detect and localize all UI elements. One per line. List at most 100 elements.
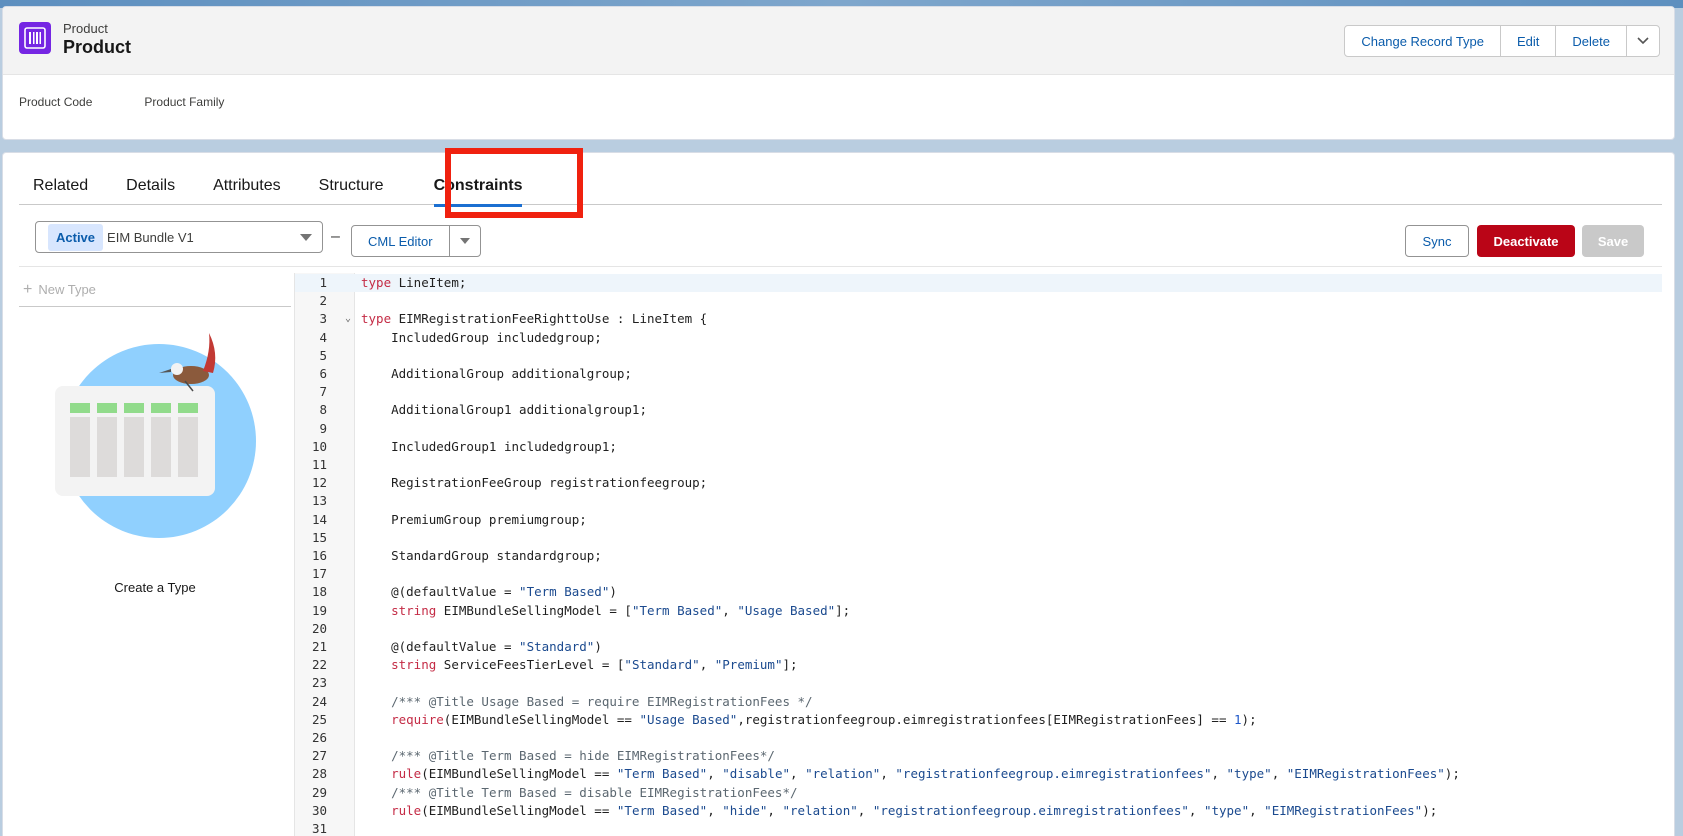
code-line[interactable]: 30 rule(EIMBundleSellingModel == "Term B… — [295, 802, 1662, 820]
code-text: string ServiceFeesTierLevel = ["Standard… — [391, 657, 798, 673]
tab-details[interactable]: Details — [112, 167, 199, 205]
line-number: 9 — [319, 420, 327, 436]
line-number: 13 — [311, 493, 327, 509]
code-line[interactable]: 3 ⌄ type EIMRegistrationFeeRighttoUse : Li… — [295, 310, 1662, 328]
code-line[interactable]: 26 — [295, 729, 1662, 747]
save-button[interactable]: Save — [1582, 225, 1644, 257]
code-text: require(EIMBundleSellingModel == "Usage … — [391, 711, 1257, 727]
code-text: type EIMRegistrationFeeRighttoUse : Line… — [361, 311, 708, 327]
code-line[interactable]: 15 — [295, 529, 1662, 547]
field-label-product-code: Product Code — [19, 95, 93, 109]
code-line[interactable]: 22 string ServiceFeesTierLevel = ["Stand… — [295, 656, 1662, 674]
line-number: 10 — [311, 438, 327, 454]
tab-attributes[interactable]: Attributes — [199, 167, 305, 205]
code-line[interactable]: 1 type LineItem; — [295, 274, 1662, 293]
code-line[interactable]: 20 — [295, 620, 1662, 638]
code-line[interactable]: 23 — [295, 674, 1662, 692]
code-line[interactable]: 27 /*** @Title Term Based = hide EIMRegi… — [295, 747, 1662, 765]
line-number: 11 — [311, 457, 327, 472]
line-number: 6 — [319, 366, 327, 381]
code-line[interactable]: 2 — [295, 292, 1662, 310]
code-line[interactable]: 24 /*** @Title Usage Based = require EIM… — [295, 693, 1662, 711]
sync-button[interactable]: Sync — [1405, 225, 1469, 257]
code-line[interactable]: 16 StandardGroup standardgroup; — [295, 547, 1662, 565]
line-number: 16 — [311, 548, 327, 563]
code-line[interactable]: 9 — [295, 420, 1662, 438]
chevron-down-icon — [1637, 37, 1649, 45]
chevron-down-icon[interactable] — [450, 226, 480, 256]
editor-mode-label[interactable]: CML Editor — [352, 226, 450, 256]
line-number: 31 — [311, 821, 327, 836]
code-line[interactable]: 19 string EIMBundleSellingModel = ["Term… — [295, 602, 1662, 620]
new-type-button[interactable]: + New Type — [19, 273, 291, 307]
editor-mode-select[interactable]: CML Editor — [351, 225, 481, 257]
line-number: 29 — [311, 784, 327, 800]
code-text: rule(EIMBundleSellingModel == "Term Base… — [391, 766, 1460, 782]
code-line[interactable]: 13 — [295, 492, 1662, 510]
code-text: AdditionalGroup1 additionalgroup1; — [361, 402, 647, 418]
line-number: 25 — [311, 711, 327, 727]
code-text: rule(EIMBundleSellingModel == "Term Base… — [391, 802, 1438, 818]
code-line[interactable]: 14 PremiumGroup premiumgroup; — [295, 511, 1662, 529]
code-line[interactable]: 25 require(EIMBundleSellingModel == "Usa… — [295, 711, 1662, 729]
code-line[interactable]: 29 /*** @Title Term Based = disable EIMR… — [295, 784, 1662, 802]
code-line[interactable]: 7 — [295, 383, 1662, 401]
record-body: Related Details Attributes Structure Con… — [2, 152, 1675, 836]
line-number: 7 — [319, 384, 327, 400]
code-editor[interactable]: 1 type LineItem; 2 3 ⌄ type EIMRegistrationFe… — [294, 273, 1662, 836]
code-text: /*** @Title Term Based = disable EIMRegi… — [391, 784, 798, 800]
code-line[interactable]: 21 @(defaultValue = "Standard") — [295, 638, 1662, 656]
tab-constraints[interactable]: Constraints — [422, 167, 535, 207]
delete-button[interactable]: Delete — [1556, 26, 1627, 56]
code-text: IncludedGroup1 includedgroup1; — [361, 438, 617, 454]
line-number: 27 — [311, 748, 327, 764]
code-line[interactable]: 4 IncludedGroup includedgroup; — [295, 329, 1662, 347]
line-number: 20 — [311, 620, 327, 636]
code-text: AdditionalGroup additionalgroup; — [361, 366, 632, 381]
code-line[interactable]: 17 — [295, 565, 1662, 583]
code-text: type LineItem; — [361, 275, 467, 290]
code-line[interactable]: 6 AdditionalGroup additionalgroup; — [295, 365, 1662, 383]
status-badge: Active — [48, 223, 104, 251]
tab-related[interactable]: Related — [19, 167, 112, 205]
code-text: /*** @Title Usage Based = require EIMReg… — [391, 693, 813, 709]
code-text: StandardGroup standardgroup; — [361, 548, 602, 563]
more-actions-button[interactable] — [1627, 26, 1659, 56]
object-type-label: Product — [63, 21, 108, 36]
line-number: 30 — [311, 802, 327, 818]
code-line[interactable]: 11 — [295, 456, 1662, 474]
record-header: Product Product Change Record Type Edit … — [2, 6, 1675, 140]
code-line[interactable]: 8 AdditionalGroup1 additionalgroup1; — [295, 401, 1662, 419]
line-number: 26 — [311, 730, 327, 745]
tab-structure[interactable]: Structure — [305, 167, 408, 205]
code-text: PremiumGroup premiumgroup; — [361, 511, 587, 527]
version-name: EIM Bundle V1 — [107, 229, 194, 245]
record-header-top: Product Product Change Record Type Edit … — [3, 7, 1674, 75]
deactivate-button[interactable]: Deactivate — [1477, 225, 1575, 257]
code-text: IncludedGroup includedgroup; — [361, 329, 602, 345]
line-number: 21 — [311, 639, 327, 654]
code-line[interactable]: 5 — [295, 347, 1662, 365]
line-number: 22 — [311, 657, 327, 673]
line-number: 14 — [311, 511, 327, 527]
code-text: RegistrationFeeGroup registrationfeegrou… — [361, 475, 708, 491]
code-line[interactable]: 28 rule(EIMBundleSellingModel == "Term B… — [295, 765, 1662, 783]
line-number: 4 — [319, 329, 327, 345]
version-select[interactable]: Active EIM Bundle V1 — [35, 221, 323, 253]
code-line[interactable]: 18 @(defaultValue = "Term Based") — [295, 583, 1662, 601]
fold-chevron-icon[interactable]: ⌄ — [345, 310, 351, 328]
code-line[interactable]: 31 — [295, 820, 1662, 836]
field-label-product-family: Product Family — [144, 95, 225, 109]
plus-icon: + — [23, 280, 33, 298]
code-line[interactable]: 10 IncludedGroup1 includedgroup1; — [295, 438, 1662, 456]
line-number: 19 — [311, 602, 327, 618]
code-text: string EIMBundleSellingModel = ["Term Ba… — [391, 602, 851, 618]
change-record-type-button[interactable]: Change Record Type — [1345, 26, 1502, 56]
chevron-down-icon — [300, 234, 312, 241]
tab-bar: Related Details Attributes Structure Con… — [19, 167, 1662, 207]
product-icon — [19, 22, 51, 54]
edit-button[interactable]: Edit — [1501, 26, 1557, 56]
line-number: 23 — [311, 675, 327, 691]
code-line[interactable]: 12 RegistrationFeeGroup registrationfeeg… — [295, 474, 1662, 492]
code-text: @(defaultValue = "Standard") — [361, 639, 602, 654]
